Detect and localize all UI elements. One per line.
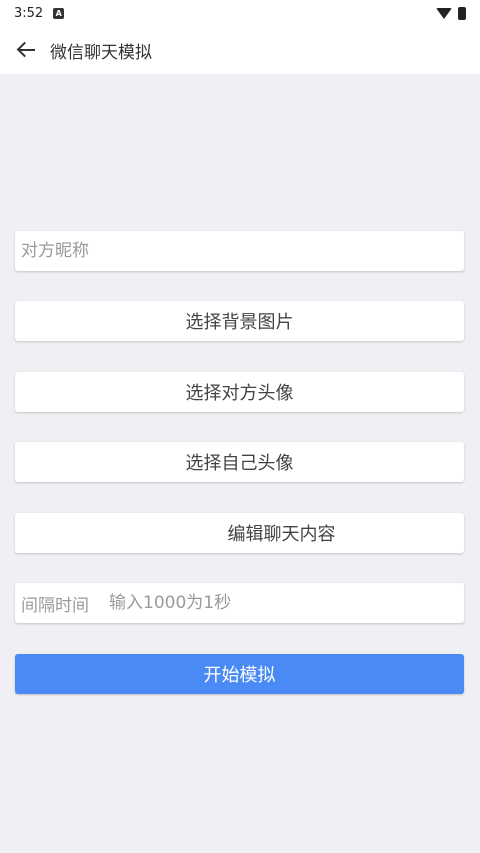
choose-background-button[interactable]: 选择背景图片 — [15, 301, 464, 341]
start-simulation-button[interactable]: 开始模拟 — [15, 654, 464, 694]
interval-input[interactable] — [89, 583, 464, 623]
back-arrow-icon — [16, 41, 35, 58]
nickname-input[interactable] — [15, 231, 464, 271]
back-button[interactable] — [2, 26, 50, 74]
choose-own-avatar-label: 选择自己头像 — [185, 453, 294, 474]
interval-field-card: 间隔时间 — [15, 583, 464, 623]
nickname-field-card — [15, 231, 464, 271]
choose-other-avatar-label: 选择对方头像 — [185, 383, 294, 404]
choose-background-label: 选择背景图片 — [185, 312, 294, 333]
wifi-icon — [436, 7, 452, 19]
battery-icon — [458, 6, 466, 20]
interval-label: 间隔时间 — [21, 595, 89, 616]
start-simulation-label: 开始模拟 — [203, 665, 276, 686]
choose-own-avatar-button[interactable]: 选择自己头像 — [15, 442, 464, 482]
app-bar: 微信聊天模拟 — [0, 26, 480, 74]
status-icons — [436, 6, 466, 20]
notification-icon: A — [53, 7, 65, 19]
status-time: 3:52 — [14, 5, 44, 21]
edit-chat-button[interactable]: 编辑聊天内容 — [15, 513, 464, 553]
edit-chat-label: 编辑聊天内容 — [227, 524, 336, 545]
status-bar: 3:52 A — [0, 0, 480, 26]
page-title: 微信聊天模拟 — [50, 42, 152, 63]
choose-other-avatar-button[interactable]: 选择对方头像 — [15, 372, 464, 412]
